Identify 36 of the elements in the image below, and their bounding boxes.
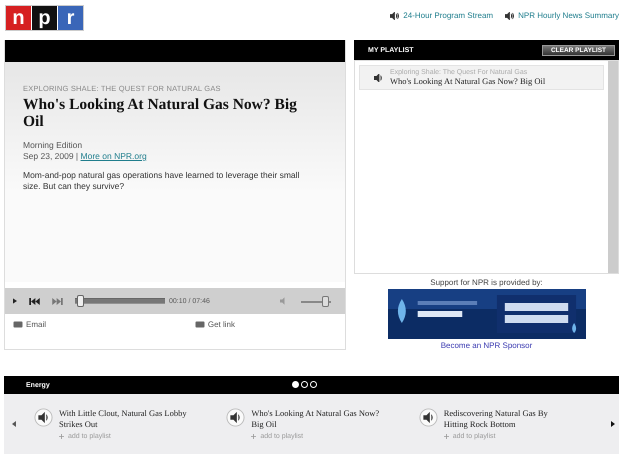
speaker-icon — [390, 12, 400, 20]
npr-logo[interactable]: n p r — [5, 5, 84, 31]
carousel-story-title[interactable]: Who's Looking At Natural Gas Now? Big Oil — [251, 408, 382, 430]
stream-link[interactable]: 24-Hour Program Stream — [390, 11, 494, 20]
speaker-icon — [374, 74, 384, 82]
story-teaser: Mom-and-pop natural gas operations have learned to leverage their small size. But can they survive? — [23, 170, 300, 192]
action-link[interactable]: Get link — [194, 320, 235, 329]
action-link[interactable]: Email — [13, 320, 46, 329]
volume-thumb[interactable] — [322, 296, 329, 306]
action-icon — [13, 321, 23, 328]
play-audio-icon[interactable] — [226, 408, 246, 427]
play-audio-icon[interactable] — [34, 408, 53, 427]
page-dot[interactable] — [310, 381, 317, 388]
previous-icon[interactable] — [29, 298, 40, 304]
speaker-icon — [505, 12, 514, 20]
sponsor-link[interactable]: Become an NPR Sponsor — [440, 341, 532, 350]
progress-thumb[interactable] — [76, 295, 84, 307]
more-link[interactable]: More on NPR.org — [80, 151, 147, 161]
page-dot[interactable] — [292, 381, 299, 388]
carousel-story-title[interactable]: With Little Clout, Natural Gas Lobby Strikes Out — [58, 408, 189, 430]
scrollbar[interactable] — [608, 61, 618, 273]
play-audio-icon[interactable] — [418, 408, 438, 427]
carousel-story-title[interactable]: Rediscovering Natural Gas By Hitting Rock Bottom — [444, 408, 574, 430]
story-date: Sep 23, 2009 | — [23, 151, 78, 161]
action-icon — [194, 321, 205, 328]
stream-link[interactable]: NPR Hourly News Summary — [505, 11, 619, 20]
sponsor-caption: Support for NPR is provided by: — [430, 278, 543, 287]
progress-track[interactable] — [75, 295, 165, 307]
next-icon[interactable] — [52, 298, 63, 304]
previous-arrow-icon[interactable] — [12, 421, 16, 427]
page-dot[interactable] — [301, 381, 308, 388]
play-icon[interactable] — [13, 298, 17, 304]
story-title: Who's Looking At Natural Gas Now? Big Oil — [23, 96, 298, 130]
program-name: Morning Edition — [23, 140, 84, 151]
next-arrow-icon[interactable] — [611, 421, 616, 427]
playlist-item-title: Who's Looking At Natural Gas Now? Big Oil — [390, 76, 546, 86]
